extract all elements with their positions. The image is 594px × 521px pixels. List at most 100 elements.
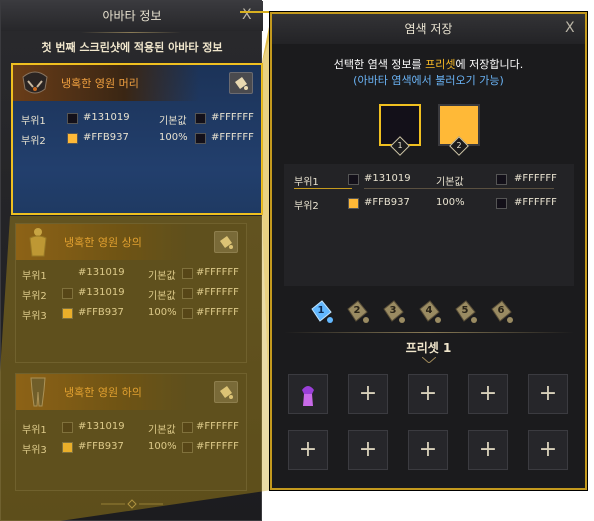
color-swatch	[62, 308, 73, 319]
avatar-item-head[interactable]: 냉혹한 영원 머리 부위1 #131019 기본값 #FFFFFF 부위2 #F…	[11, 63, 263, 215]
dye-value: 기본값	[159, 116, 187, 127]
sub-color-code: #FFFFFF	[196, 307, 239, 318]
bottom-armor-icon	[30, 377, 46, 407]
part-label: 부위1	[22, 425, 47, 436]
row-divider	[364, 188, 554, 189]
avatar-info-subtitle: 첫 번째 스크린샷에 적용된 아바타 정보	[41, 41, 223, 54]
preset-number: 4	[425, 305, 433, 316]
avatar-item-bottom[interactable]: 냉혹한 영원 하의 부위1 #131019 기본값 #FFFFFF 부위3 #F…	[15, 373, 247, 491]
preset-tab-1[interactable]: 1	[308, 299, 334, 325]
color-swatch	[62, 288, 73, 299]
part-label: 부위1	[294, 177, 319, 188]
color-swatch	[67, 113, 78, 124]
sub-color-swatch	[182, 422, 193, 433]
dye-row: 부위2 #FFB937 100% #FFFFFF	[13, 129, 261, 147]
desc-highlight: 프리셋	[425, 58, 456, 71]
sub-color-code: #FFFFFF	[211, 112, 254, 123]
preset-number: 5	[461, 305, 469, 316]
preset-tab-5[interactable]: 5	[452, 299, 478, 325]
dye-row: 부위3 #FFB937 100% #FFFFFF	[16, 438, 248, 456]
dye-bucket-button[interactable]	[229, 72, 253, 94]
preset-number: 2	[353, 305, 361, 316]
dye-save-close-button[interactable]: X	[565, 20, 575, 36]
preset-label-ornament	[422, 357, 436, 363]
preset-number: 3	[389, 305, 397, 316]
preset-number: 1	[317, 305, 325, 316]
preset-slot-occupied[interactable]	[288, 374, 328, 414]
preset-slot-empty[interactable]: +	[528, 430, 568, 470]
preset-tab-2[interactable]: 2	[344, 299, 370, 325]
preset-tab-6[interactable]: 6	[488, 299, 514, 325]
preset-slot-empty[interactable]: +	[288, 430, 328, 470]
sub-color-swatch	[182, 268, 193, 279]
color-swatch	[348, 174, 359, 185]
avatar-info-close-button[interactable]: X	[242, 7, 252, 23]
dye-save-description: 선택한 염색 정보를 프리셋에 저장합니다.	[272, 56, 585, 72]
part-label: 부위3	[22, 311, 47, 322]
dye-row: 부위2 #131019 기본값 #FFFFFF	[16, 284, 248, 302]
item-name: 냉혹한 영원 하의	[64, 386, 142, 399]
dye-bucket-icon	[235, 77, 248, 90]
preset-slot-empty[interactable]: +	[468, 374, 508, 414]
color-swatch	[67, 133, 78, 144]
dye-row: 부위2 #FFB937 100% #FFFFFF	[284, 194, 574, 212]
dye-save-panel: 염색 저장 X 선택한 염색 정보를 프리셋에 저장합니다. (아바타 염색에서…	[270, 12, 587, 490]
part-label: 부위3	[22, 445, 47, 456]
dye-value: 기본값	[148, 271, 176, 282]
color-code: #FFB937	[78, 307, 124, 318]
sub-color-swatch	[195, 133, 206, 144]
item-name: 냉혹한 영원 머리	[61, 77, 139, 90]
color-code: #131019	[78, 421, 125, 432]
row-divider	[294, 188, 352, 189]
preset-slot-empty[interactable]: +	[408, 430, 448, 470]
dye-avatar-icon	[302, 386, 314, 406]
dye-bucket-button[interactable]	[214, 381, 238, 403]
dye-bucket-icon	[220, 386, 233, 399]
dye-row: 부위3 #FFB937 100% #FFFFFF	[16, 304, 248, 322]
preset-slot-empty[interactable]: +	[468, 430, 508, 470]
dye-row: 부위1 #131019 기본값 #FFFFFF	[16, 418, 248, 436]
avatar-info-panel: 아바타 정보 X 첫 번째 스크린샷에 적용된 아바타 정보 냉혹한 영원 머리…	[0, 0, 263, 521]
dye-value: 100%	[436, 197, 465, 208]
avatar-item-top[interactable]: 냉혹한 영원 상의 부위1 #131019 기본값 #FFFFFF 부위2 #1…	[15, 223, 247, 363]
dye-bucket-button[interactable]	[214, 231, 238, 253]
dye-value: 100%	[148, 441, 177, 452]
sub-color-swatch	[195, 113, 206, 124]
desc-suffix: 에 저장합니다.	[455, 58, 524, 71]
desc-prefix: 선택한 염색 정보를	[333, 58, 426, 71]
sub-color-code: #FFFFFF	[211, 132, 254, 143]
sub-color-code: #FFFFFF	[196, 441, 239, 452]
part-label: 부위1	[22, 271, 47, 282]
title-ornament	[81, 32, 181, 33]
item-name: 냉혹한 영원 상의	[64, 236, 142, 249]
color-swatch	[62, 442, 73, 453]
preset-tab-3[interactable]: 3	[380, 299, 406, 325]
color-code: #131019	[364, 173, 411, 184]
preset-slot-empty[interactable]: +	[528, 374, 568, 414]
color-swatch	[62, 422, 73, 433]
sub-color-code: #FFFFFF	[196, 287, 239, 298]
dye-value: 기본값	[436, 177, 464, 188]
dye-row: 부위1 #131019 기본값 #FFFFFF	[16, 264, 248, 282]
preset-slot-empty[interactable]: +	[348, 374, 388, 414]
sub-color-code: #FFFFFF	[196, 421, 239, 432]
sub-color-code: #FFFFFF	[196, 267, 239, 278]
preset-slot-empty[interactable]: +	[408, 374, 448, 414]
color-code: #FFB937	[78, 441, 124, 452]
sub-color-swatch	[496, 198, 507, 209]
dye-row: 부위1 #131019 기본값 #FFFFFF	[13, 109, 261, 127]
top-armor-icon	[29, 228, 47, 257]
dye-value: 기본값	[148, 425, 176, 436]
color-code: #131019	[83, 112, 130, 123]
head-armor-icon	[22, 71, 48, 94]
sub-color-swatch	[496, 174, 507, 185]
item-header: 냉혹한 영원 상의	[16, 224, 246, 260]
preset-slot-empty[interactable]: +	[348, 430, 388, 470]
color-code: #FFB937	[364, 197, 410, 208]
dye-value: 100%	[148, 307, 177, 318]
sub-color-swatch	[182, 308, 193, 319]
dye-value: 기본값	[148, 291, 176, 302]
preset-label: 프리셋 1	[405, 341, 452, 355]
dye-value: 100%	[159, 132, 188, 143]
preset-tab-4[interactable]: 4	[416, 299, 442, 325]
